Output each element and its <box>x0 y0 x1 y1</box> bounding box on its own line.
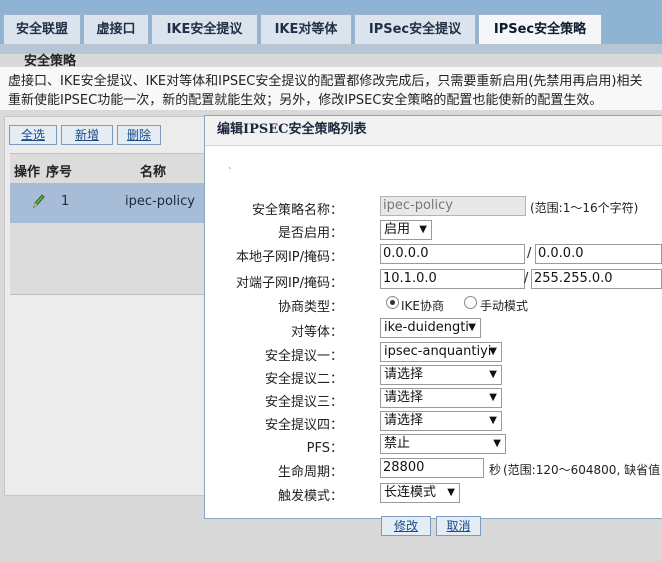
add-button[interactable]: 新增 <box>61 125 113 145</box>
lifetime-unit: 秒 <box>489 463 502 477</box>
ike-negotiation-radio[interactable] <box>386 296 399 309</box>
policy-name-label: 安全策略名称： <box>251 203 343 218</box>
proposal3-label: 安全提议三： <box>264 395 343 410</box>
tab-ike-peer[interactable]: IKE对等体 <box>260 14 352 44</box>
chevron-down-icon: ▼ <box>489 369 497 380</box>
pfs-label: PFS： <box>306 441 343 456</box>
column-index: 序号 <box>46 165 73 180</box>
ike-negotiation-label: IKE协商 <box>401 299 444 313</box>
delete-button[interactable]: 删除 <box>117 125 161 145</box>
local-mask-input[interactable]: 0.0.0.0 <box>535 244 662 264</box>
proposal1-label: 安全提议一： <box>264 349 343 364</box>
chevron-down-icon: ▼ <box>419 224 427 235</box>
row-index: 1 <box>61 194 70 209</box>
proposal2-select-value: 请选择 <box>384 367 424 382</box>
chevron-down-icon: ▼ <box>493 438 501 449</box>
notice-line-1: 虚接口、IKE安全提议、IKE对等体和IPSEC安全提议的配置都修改完成后，只需… <box>8 74 643 89</box>
lifetime-input[interactable]: 28800 <box>380 458 484 478</box>
chevron-down-icon: ▼ <box>489 392 497 403</box>
local-slash: / <box>527 246 532 261</box>
negotiation-label: 协商类型： <box>277 300 343 315</box>
proposal3-select-value: 请选择 <box>384 390 424 405</box>
remote-mask-input[interactable]: 255.255.0.0 <box>531 269 662 289</box>
notice-line-2: 重新使能IPSEC功能一次，新的配置就能生效；另外，修改IPSEC安全策略的配置… <box>8 93 603 108</box>
lifetime-hint: (范围:120～604800, 缺省值 <box>503 463 661 477</box>
cancel-button[interactable]: 取消 <box>436 516 481 536</box>
row-name: ipec-policy <box>125 194 195 209</box>
trigger-label: 触发模式： <box>277 489 343 504</box>
peer-label: 对等体： <box>290 325 343 340</box>
tab-security-association[interactable]: 安全联盟 <box>3 14 81 44</box>
manual-mode-label: 手动模式 <box>480 299 529 313</box>
lifetime-label: 生命周期： <box>277 465 343 480</box>
peer-select[interactable]: ike-duidengti ▼ <box>380 318 481 338</box>
column-name: 名称 <box>140 165 167 180</box>
policy-name-hint: (范围:1～16个字符) <box>530 201 639 215</box>
remote-ip-input[interactable]: 10.1.0.0 <box>380 269 525 289</box>
top-strip <box>0 44 662 54</box>
proposal2-select[interactable]: 请选择 ▼ <box>380 365 502 385</box>
tab-ipsec-proposal[interactable]: IPSec安全提议 <box>354 14 476 44</box>
dialog-title: 编辑IPSEC安全策略列表 <box>205 116 662 146</box>
table-header: 操作 序号 名称 <box>10 153 210 183</box>
trigger-select[interactable]: 长连模式 ▼ <box>380 483 460 503</box>
policy-list-panel: 全选 新增 删除 操作 序号 名称 1 ipec-policy <box>4 116 214 496</box>
proposal4-select[interactable]: 请选择 ▼ <box>380 411 502 431</box>
pencil-icon[interactable] <box>32 193 46 209</box>
tab-ike-proposal[interactable]: IKE安全提议 <box>151 14 258 44</box>
chevron-down-icon: ▼ <box>489 415 497 426</box>
notice-box: 虚接口、IKE安全提议、IKE对等体和IPSEC安全提议的配置都修改完成后，只需… <box>0 67 662 110</box>
modify-button[interactable]: 修改 <box>381 516 431 536</box>
table-footer <box>10 223 210 295</box>
tab-virtual-interface[interactable]: 虚接口 <box>83 14 149 44</box>
pfs-select-value: 禁止 <box>384 436 411 451</box>
chevron-down-icon: ▼ <box>489 346 497 357</box>
local-subnet-label: 本地子网IP/掩码： <box>235 250 343 265</box>
policy-name-input[interactable]: ipec-policy <box>380 196 526 216</box>
proposal1-select[interactable]: ipsec-anquantiyi ▼ <box>380 342 502 362</box>
chevron-down-icon: ▼ <box>447 487 455 498</box>
enabled-select[interactable]: 启用 ▼ <box>380 220 432 240</box>
enabled-select-value: 启用 <box>384 222 411 237</box>
trigger-select-value: 长连模式 <box>384 485 437 500</box>
proposal1-select-value: ipsec-anquantiyi <box>384 344 492 359</box>
column-action: 操作 <box>14 165 41 180</box>
proposal2-label: 安全提议二： <box>264 372 343 387</box>
peer-select-value: ike-duidengti <box>384 320 469 335</box>
remote-slash: / <box>524 271 529 286</box>
tab-ipsec-policy[interactable]: IPSec安全策略 <box>478 14 602 44</box>
proposal4-label: 安全提议四： <box>264 418 343 433</box>
tab-bar: 安全联盟 虚接口 IKE安全提议 IKE对等体 IPSec安全提议 IPSec安… <box>0 0 662 44</box>
manual-mode-radio[interactable] <box>464 296 477 309</box>
enabled-label: 是否启用： <box>277 226 343 241</box>
table-row[interactable]: 1 ipec-policy <box>10 183 210 223</box>
chevron-down-icon: ▼ <box>468 322 476 333</box>
proposal4-select-value: 请选择 <box>384 413 424 428</box>
proposal3-select[interactable]: 请选择 ▼ <box>380 388 502 408</box>
pfs-select[interactable]: 禁止 ▼ <box>380 434 506 454</box>
remote-subnet-label: 对端子网IP/掩码： <box>235 276 343 291</box>
dialog-mark: ˎ <box>228 160 233 170</box>
select-all-button[interactable]: 全选 <box>9 125 57 145</box>
local-ip-input[interactable]: 0.0.0.0 <box>380 244 525 264</box>
